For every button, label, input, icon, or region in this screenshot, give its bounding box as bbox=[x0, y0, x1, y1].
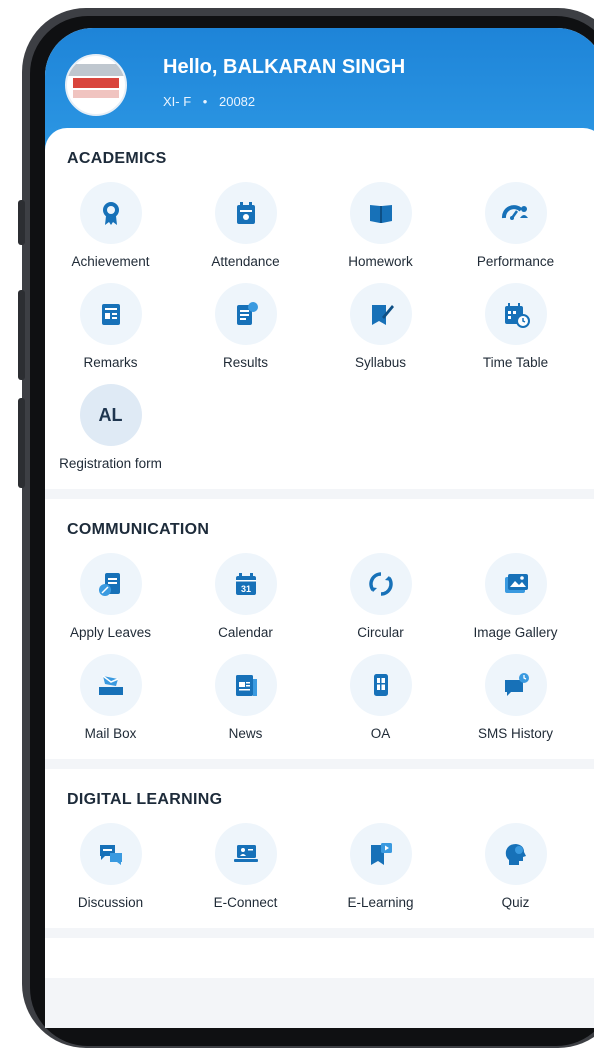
tile-performance[interactable]: Performance bbox=[448, 182, 583, 269]
communication-grid: Apply Leaves 31 Calendar Circular Image … bbox=[45, 553, 594, 741]
tile-achievement[interactable]: Achievement bbox=[45, 182, 178, 269]
results-icon bbox=[214, 283, 277, 345]
tile-image-gallery[interactable]: Image Gallery bbox=[448, 553, 583, 640]
tile-apply-leaves[interactable]: Apply Leaves bbox=[45, 553, 178, 640]
tile-label: Quiz bbox=[501, 895, 530, 910]
quiz-icon bbox=[484, 823, 547, 885]
side-button-volume-down bbox=[18, 398, 25, 488]
syllabus-icon bbox=[349, 283, 412, 345]
tile-label: Circular bbox=[357, 625, 404, 640]
app-screen: Hello, BALKARAN SINGH XI- F • 20082 ACAD… bbox=[45, 28, 594, 1028]
next-section-stub bbox=[45, 938, 594, 978]
timetable-icon bbox=[484, 283, 547, 345]
digital-learning-section: DIGITAL LEARNING Discussion E-Connect E-… bbox=[45, 769, 594, 928]
digital-learning-grid: Discussion E-Connect E-Learning Quiz bbox=[45, 823, 594, 910]
tile-syllabus[interactable]: Syllabus bbox=[313, 283, 448, 370]
registration-initials: AL bbox=[79, 384, 142, 446]
remarks-icon bbox=[79, 283, 142, 345]
class-section: XI- F bbox=[163, 94, 192, 109]
circular-icon bbox=[349, 553, 412, 615]
sms-history-icon bbox=[484, 654, 547, 716]
side-button-mute bbox=[18, 200, 25, 245]
tile-discussion[interactable]: Discussion bbox=[45, 823, 178, 910]
tile-label: SMS History bbox=[477, 726, 553, 741]
tile-oa[interactable]: OA bbox=[313, 654, 448, 741]
tile-label: OA bbox=[370, 726, 391, 741]
tile-homework[interactable]: Homework bbox=[313, 182, 448, 269]
econnect-icon bbox=[214, 823, 277, 885]
tile-mail-box[interactable]: Mail Box bbox=[45, 654, 178, 741]
section-title-digital-learning: DIGITAL LEARNING bbox=[67, 791, 223, 808]
tile-label: Attendance bbox=[211, 254, 280, 269]
calendar-icon: 31 bbox=[214, 553, 277, 615]
tile-quiz[interactable]: Quiz bbox=[448, 823, 583, 910]
svg-text:31: 31 bbox=[240, 584, 250, 594]
main-content: ACADEMICS Achievement Attendance Homewor… bbox=[45, 128, 594, 988]
side-button-volume-up bbox=[18, 290, 25, 380]
avatar[interactable] bbox=[65, 54, 127, 116]
admission-number: 20082 bbox=[218, 94, 256, 109]
tile-attendance[interactable]: Attendance bbox=[178, 182, 313, 269]
mailbox-icon bbox=[79, 654, 142, 716]
tile-e-learning[interactable]: E-Learning bbox=[313, 823, 448, 910]
tile-label: Performance bbox=[476, 254, 555, 269]
tile-remarks[interactable]: Remarks bbox=[45, 283, 178, 370]
tile-e-connect[interactable]: E-Connect bbox=[178, 823, 313, 910]
tile-calendar[interactable]: 31 Calendar bbox=[178, 553, 313, 640]
tile-news[interactable]: News bbox=[178, 654, 313, 741]
image-gallery-icon bbox=[484, 553, 547, 615]
apply-leave-icon bbox=[79, 553, 142, 615]
oa-icon bbox=[349, 654, 412, 716]
separator-dot: • bbox=[202, 94, 208, 109]
tile-label: News bbox=[228, 726, 263, 741]
greeting-text: Hello, BALKARAN SINGH bbox=[163, 56, 406, 78]
tile-label: Remarks bbox=[83, 355, 138, 370]
tile-label: E-Connect bbox=[213, 895, 278, 910]
tile-label: Time Table bbox=[482, 355, 549, 370]
tile-label: Calendar bbox=[218, 625, 273, 640]
tile-label: Achievement bbox=[71, 254, 150, 269]
book-icon bbox=[349, 182, 412, 244]
tile-label: Mail Box bbox=[84, 726, 137, 741]
tile-label: Image Gallery bbox=[473, 625, 558, 640]
discussion-icon bbox=[79, 823, 142, 885]
communication-section: COMMUNICATION Apply Leaves 31 Calendar C… bbox=[45, 499, 594, 759]
tile-label: Registration form bbox=[59, 456, 162, 471]
tile-label: E-Learning bbox=[347, 895, 414, 910]
attendance-icon bbox=[214, 182, 277, 244]
section-title-academics: ACADEMICS bbox=[67, 150, 167, 167]
tile-timetable[interactable]: Time Table bbox=[448, 283, 583, 370]
award-icon bbox=[79, 182, 142, 244]
performance-icon bbox=[484, 182, 547, 244]
academics-grid: Achievement Attendance Homework Performa… bbox=[45, 182, 594, 471]
tile-label: Syllabus bbox=[354, 355, 407, 370]
tile-label: Results bbox=[222, 355, 268, 370]
elearning-icon bbox=[349, 823, 412, 885]
tile-circular[interactable]: Circular bbox=[313, 553, 448, 640]
section-title-communication: COMMUNICATION bbox=[67, 521, 210, 538]
tile-label: Homework bbox=[348, 254, 413, 269]
tile-registration-form[interactable]: AL Registration form bbox=[45, 384, 178, 471]
academics-section: ACADEMICS Achievement Attendance Homewor… bbox=[45, 128, 594, 489]
tile-label: Apply Leaves bbox=[69, 625, 152, 640]
tile-label: Discussion bbox=[77, 895, 144, 910]
class-info: XI- F • 20082 bbox=[163, 94, 255, 109]
tile-results[interactable]: Results bbox=[178, 283, 313, 370]
tile-sms-history[interactable]: SMS History bbox=[448, 654, 583, 741]
news-icon bbox=[214, 654, 277, 716]
